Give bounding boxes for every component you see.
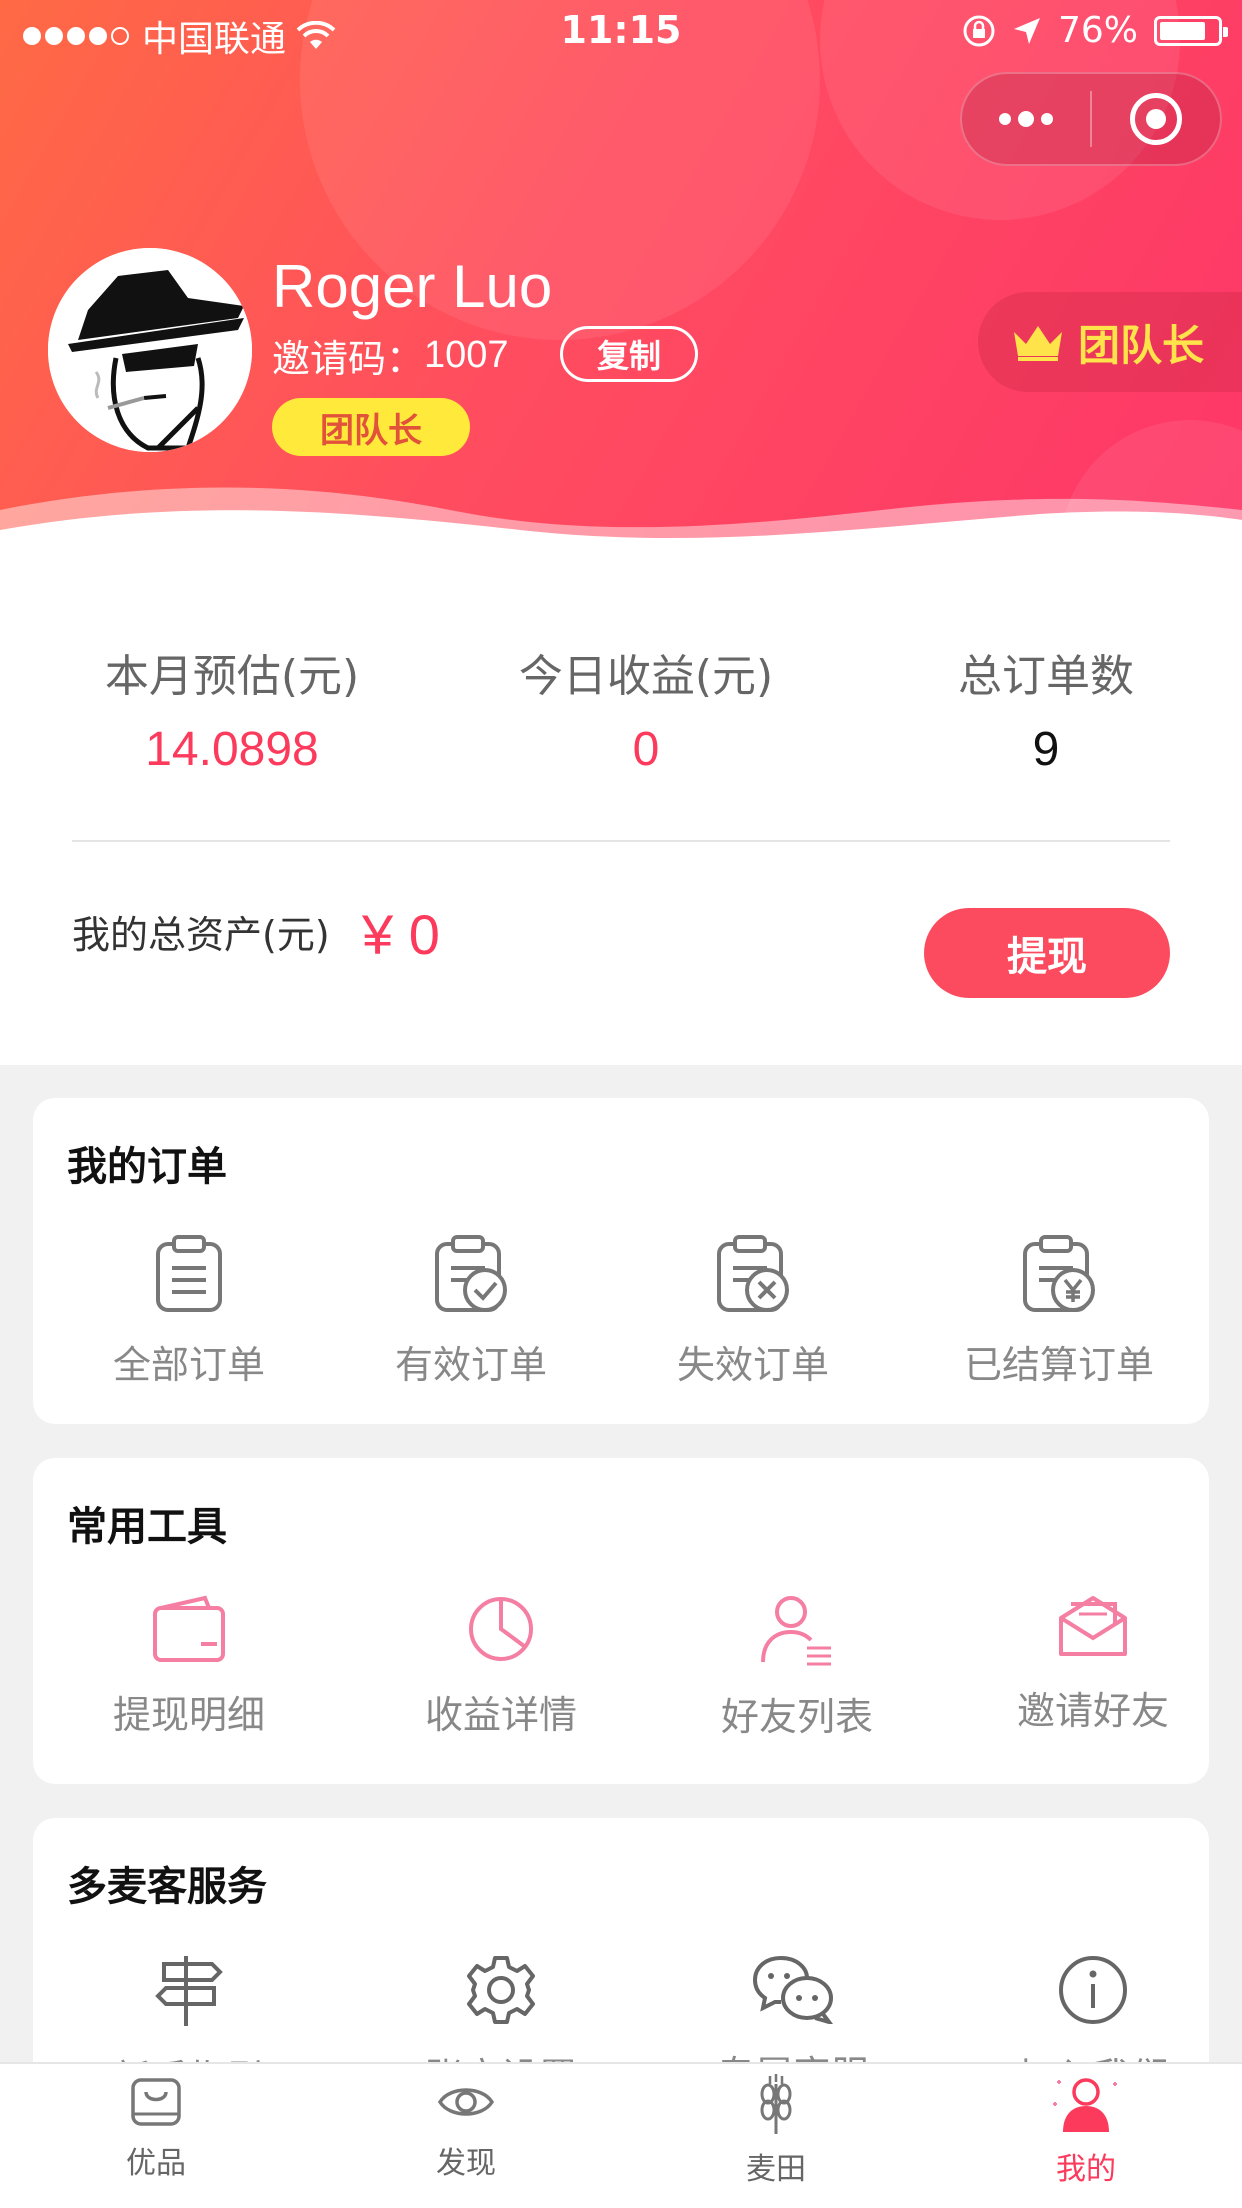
- battery-icon: [1154, 15, 1228, 46]
- status-bar: 中国联通 11:15 76%: [0, 0, 1242, 62]
- stat-total-orders[interactable]: 总订单数 9: [896, 640, 1196, 777]
- wallet-icon: [153, 1595, 225, 1662]
- tools-title: 常用工具: [67, 1504, 227, 1550]
- copy-button[interactable]: 复制: [560, 326, 698, 382]
- clipboard-x-icon: [717, 1235, 789, 1312]
- miniprogram-capsule: [960, 72, 1222, 166]
- signpost-icon: [155, 1956, 223, 2026]
- tool-friend-list[interactable]: 好友列表: [677, 1594, 917, 1741]
- order-all-label: 全部订单: [112, 1343, 265, 1387]
- stat-label: 本月预估(元): [104, 651, 360, 702]
- withdraw-button[interactable]: 提现: [924, 908, 1170, 998]
- tab-products[interactable]: 优品: [56, 2074, 256, 2182]
- stat-value: 0: [632, 723, 660, 776]
- clipboard-list-icon: [156, 1235, 222, 1312]
- location-arrow-icon: [1013, 17, 1040, 44]
- user-list-icon: [761, 1596, 831, 1666]
- stat-value: 9: [1032, 723, 1060, 776]
- profile-header: 中国联通 11:15 76% Roger Luo 邀请码： 1007 复制 团队…: [0, 0, 1242, 560]
- tab-mine-label: 我的: [1056, 2152, 1116, 2187]
- envelope-icon: [1059, 1596, 1127, 1656]
- stat-label: 总订单数: [958, 651, 1134, 702]
- stats-divider: [72, 840, 1170, 842]
- crown-icon: [1014, 326, 1062, 361]
- invite-code-value: 1007: [424, 334, 509, 376]
- battery-percent: 76%: [1057, 10, 1138, 51]
- tool-income-detail[interactable]: 收益详情: [381, 1594, 621, 1739]
- clipboard-check-icon: [435, 1235, 507, 1312]
- status-right: 76%: [962, 10, 1228, 51]
- role-tag: 团队长: [272, 398, 470, 456]
- order-valid[interactable]: 有效订单: [351, 1234, 591, 1389]
- order-all[interactable]: 全部订单: [69, 1234, 309, 1389]
- team-leader-badge[interactable]: 团队长: [978, 292, 1242, 392]
- target-icon: [1130, 93, 1182, 145]
- more-dots-icon: [999, 111, 1053, 127]
- order-settled-label: 已结算订单: [963, 1343, 1154, 1387]
- invite-code-label: 邀请码：: [272, 337, 425, 381]
- avatar[interactable]: [48, 248, 252, 452]
- tab-products-label: 优品: [126, 2146, 186, 2181]
- orders-title: 我的订单: [67, 1144, 227, 1190]
- shopping-bag-icon: [131, 2078, 181, 2126]
- earnings-panel: 本月预估(元) 14.0898 今日收益(元) 0 总订单数 9 我的总资产(元…: [0, 560, 1242, 1065]
- order-valid-label: 有效订单: [394, 1343, 547, 1387]
- services-title: 多麦客服务: [67, 1864, 267, 1910]
- gear-icon: [467, 1956, 535, 2024]
- tab-wheatfield[interactable]: 麦田: [676, 2074, 876, 2188]
- invite-code-row: 邀请码： 1007: [272, 328, 509, 383]
- pie-chart-icon: [469, 1597, 533, 1661]
- tab-wheatfield-label: 麦田: [746, 2152, 806, 2187]
- tool-income-detail-label: 收益详情: [424, 1693, 577, 1737]
- info-icon: [1059, 1956, 1127, 2024]
- tool-invite-friends[interactable]: 邀请好友: [973, 1594, 1213, 1735]
- tab-discover-label: 发现: [436, 2146, 496, 2181]
- tool-friend-list-label: 好友列表: [720, 1695, 873, 1739]
- tool-invite-friends-label: 邀请好友: [1016, 1689, 1169, 1733]
- user-icon: [1053, 2078, 1117, 2132]
- more-button[interactable]: [962, 74, 1090, 164]
- eye-icon: [437, 2088, 495, 2116]
- avatar-image: [48, 248, 252, 452]
- rotation-lock-icon: [963, 15, 995, 46]
- order-invalid[interactable]: 失效订单: [633, 1234, 873, 1389]
- orders-card: 我的订单 全部订单 有效订单 失效订单 已结算订单: [33, 1098, 1209, 1424]
- team-leader-label: 团队长: [1078, 320, 1205, 370]
- close-miniprogram-button[interactable]: [1092, 74, 1220, 164]
- bottom-tabbar: 优品 发现 麦田 我的: [0, 2062, 1242, 2208]
- order-invalid-label: 失效订单: [676, 1343, 829, 1387]
- wheat-icon: [760, 2074, 792, 2134]
- stat-today-income[interactable]: 今日收益(元) 0: [496, 640, 796, 777]
- stat-label: 今日收益(元): [518, 651, 774, 702]
- tab-mine[interactable]: 我的: [986, 2074, 1186, 2188]
- stat-value: 14.0898: [145, 723, 319, 776]
- total-assets-label: 我的总资产(元): [72, 913, 330, 957]
- tab-discover[interactable]: 发现: [366, 2074, 566, 2182]
- order-settled[interactable]: 已结算订单: [939, 1234, 1179, 1389]
- tools-card: 常用工具 提现明细 收益详情 好友列表 邀请好友: [33, 1458, 1209, 1784]
- tool-withdraw-detail[interactable]: 提现明细: [69, 1594, 309, 1739]
- user-name: Roger Luo: [272, 253, 553, 320]
- total-assets-value: ¥ 0: [362, 903, 440, 966]
- clipboard-yen-icon: [1023, 1235, 1095, 1312]
- stat-month-estimate[interactable]: 本月预估(元) 14.0898: [82, 640, 382, 777]
- header-wave: [0, 487, 1242, 560]
- chat-bubbles-icon: [752, 1956, 833, 2024]
- tool-withdraw-detail-label: 提现明细: [112, 1693, 265, 1737]
